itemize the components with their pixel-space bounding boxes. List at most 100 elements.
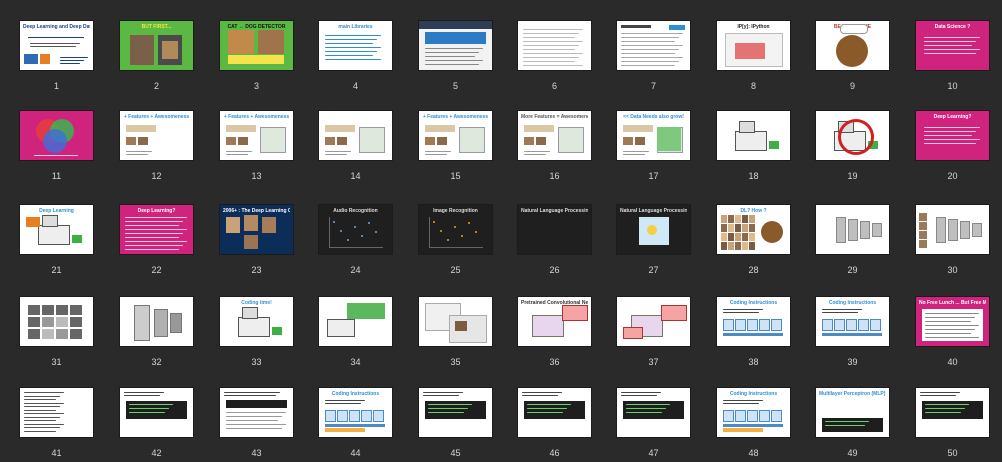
slide-preview[interactable] — [120, 388, 193, 437]
slide-thumbnail-47[interactable]: 47 — [617, 388, 690, 458]
slide-preview[interactable]: IP[y]: IPython — [717, 21, 790, 70]
slide-thumbnail-41[interactable]: 41 — [20, 388, 93, 458]
slide-preview[interactable]: Coding Instructions — [717, 297, 790, 346]
slide-thumbnail-27[interactable]: Natural Language Processing 27 — [617, 205, 690, 275]
slide-thumbnail-6[interactable]: 6 — [518, 21, 591, 91]
slide-thumbnail-48[interactable]: Coding Instructions 48 — [717, 388, 790, 458]
slide-preview[interactable]: + Features + Awesomeness — [220, 111, 293, 160]
slide-preview[interactable]: Deep Learning? — [916, 111, 989, 160]
slide-thumbnail-16[interactable]: More Features = Awesomeness 16 — [518, 111, 591, 181]
slide-preview[interactable] — [20, 388, 93, 437]
slide-thumbnail-5[interactable]: 5 — [419, 21, 492, 91]
slide-preview[interactable]: Deep Learning — [20, 205, 93, 254]
slide-preview[interactable] — [120, 297, 193, 346]
slide-preview[interactable] — [319, 111, 392, 160]
slide-thumbnail-46[interactable]: 46 — [518, 388, 591, 458]
slide-thumbnail-25[interactable]: Image Recognition 25 — [419, 205, 492, 275]
slide-thumbnail-26[interactable]: Natural Language Processing 26 — [518, 205, 591, 275]
slide-thumbnail-38[interactable]: Coding Instructions 38 — [717, 297, 790, 367]
slide-thumbnail-31[interactable]: 31 — [20, 297, 93, 367]
slide-thumbnail-15[interactable]: + Features + Awesomeness 15 — [419, 111, 492, 181]
slide-preview[interactable]: No Free Lunch ... But Free Models! — [916, 297, 989, 346]
slide-preview[interactable]: + Features + Awesomeness — [120, 111, 193, 160]
slide-thumbnail-43[interactable]: 43 — [220, 388, 293, 458]
slide-preview[interactable]: BUT FIRST... — [120, 21, 193, 70]
slide-thumbnail-3[interactable]: CAT ↔ DOG DETECTOR 3 — [220, 21, 293, 91]
slide-thumbnail-39[interactable]: Coding Instructions 39 — [816, 297, 889, 367]
slide-thumbnail-18[interactable]: 18 — [717, 111, 790, 181]
slide-thumbnail-44[interactable]: Coding Instructions 44 — [319, 388, 392, 458]
slide-thumbnail-10[interactable]: Data Science ? 10 — [916, 21, 989, 91]
slide-thumbnail-49[interactable]: Multilayer Perceptron (MLP) on top of ex… — [816, 388, 889, 458]
slide-thumbnail-17[interactable]: << Data Needs also grow! 17 — [617, 111, 690, 181]
slide-thumbnail-24[interactable]: Audio Recognition 24 — [319, 205, 392, 275]
slide-preview[interactable]: DL? How ? — [717, 205, 790, 254]
slide-preview[interactable]: Coding Instructions — [319, 388, 392, 437]
slide-thumbnail-1[interactable]: Deep Learning and Deep Data Science 1 — [20, 21, 93, 91]
slide-thumbnail-36[interactable]: Pretrained Convolutional Neural Net (CNN… — [518, 297, 591, 367]
slide-thumbnail-30[interactable]: 30 — [916, 205, 989, 275]
slide-thumbnail-42[interactable]: 42 — [120, 388, 193, 458]
slide-thumbnail-13[interactable]: + Features + Awesomeness 13 — [220, 111, 293, 181]
slide-thumbnail-20[interactable]: Deep Learning? 20 — [916, 111, 989, 181]
slide-preview[interactable]: CAT ↔ DOG DETECTOR — [220, 21, 293, 70]
slide-preview[interactable] — [220, 388, 293, 437]
slide-preview[interactable]: Image Recognition — [419, 205, 492, 254]
slide-preview[interactable]: Coding Instructions — [717, 388, 790, 437]
slide-thumbnail-34[interactable]: 34 — [319, 297, 392, 367]
slide-thumbnail-50[interactable]: 50 — [916, 388, 989, 458]
slide-preview[interactable] — [617, 297, 690, 346]
slide-preview[interactable]: Coding Instructions — [816, 297, 889, 346]
slide-thumbnail-2[interactable]: BUT FIRST... 2 — [120, 21, 193, 91]
slide-thumbnail-7[interactable]: 7 — [617, 21, 690, 91]
slide-thumbnail-37[interactable]: 37 — [617, 297, 690, 367]
slide-thumbnail-14[interactable]: 14 — [319, 111, 392, 181]
slide-thumbnail-28[interactable]: DL? How ? 28 — [717, 205, 790, 275]
slide-thumbnail-32[interactable]: 32 — [120, 297, 193, 367]
slide-preview[interactable]: Audio Recognition — [319, 205, 392, 254]
slide-thumbnail-12[interactable]: + Features + Awesomeness 12 — [120, 111, 193, 181]
slide-thumbnail-9[interactable]: BEAR WITH ME 9 — [816, 21, 889, 91]
slide-thumbnail-23[interactable]: 2006+ : The Deep Learning Conspirators 23 — [220, 205, 293, 275]
slide-preview[interactable]: 2006+ : The Deep Learning Conspirators — [220, 205, 293, 254]
slide-preview[interactable]: Coding time! — [220, 297, 293, 346]
slide-preview[interactable]: Deep Learning? — [120, 205, 193, 254]
slide-thumbnail-11[interactable]: 11 — [20, 111, 93, 181]
slide-preview[interactable]: Pretrained Convolutional Neural Net (CNN… — [518, 297, 591, 346]
slide-thumbnail-29[interactable]: 29 — [816, 205, 889, 275]
slide-thumbnail-33[interactable]: Coding time! 33 — [220, 297, 293, 367]
slide-thumbnail-45[interactable]: 45 — [419, 388, 492, 458]
slide-preview[interactable]: Multilayer Perceptron (MLP) on top of ex… — [816, 388, 889, 437]
slide-preview[interactable] — [816, 205, 889, 254]
slide-preview[interactable] — [419, 21, 492, 70]
slide-preview[interactable] — [319, 297, 392, 346]
slide-preview[interactable]: main Libraries — [319, 21, 392, 70]
slide-preview[interactable] — [916, 388, 989, 437]
slide-thumbnail-19[interactable]: 19 — [816, 111, 889, 181]
slide-preview[interactable] — [617, 388, 690, 437]
slide-preview[interactable]: BEAR WITH ME — [816, 21, 889, 70]
slide-preview[interactable] — [20, 111, 93, 160]
slide-preview[interactable] — [816, 111, 889, 160]
slide-preview[interactable]: Deep Learning and Deep Data Science — [20, 21, 93, 70]
slide-preview[interactable]: More Features = Awesomeness — [518, 111, 591, 160]
slide-preview[interactable] — [617, 21, 690, 70]
slide-preview[interactable] — [20, 297, 93, 346]
slide-preview[interactable]: << Data Needs also grow! — [617, 111, 690, 160]
slide-thumbnail-21[interactable]: Deep Learning 21 — [20, 205, 93, 275]
slide-preview[interactable]: + Features + Awesomeness — [419, 111, 492, 160]
slide-thumbnail-4[interactable]: main Libraries 4 — [319, 21, 392, 91]
slide-preview[interactable] — [419, 297, 492, 346]
slide-thumbnail-22[interactable]: Deep Learning? 22 — [120, 205, 193, 275]
slide-preview[interactable] — [916, 205, 989, 254]
slide-preview[interactable]: Data Science ? — [916, 21, 989, 70]
slide-preview[interactable] — [518, 388, 591, 437]
slide-thumbnail-35[interactable]: 35 — [419, 297, 492, 367]
slide-thumbnail-8[interactable]: IP[y]: IPython 8 — [717, 21, 790, 91]
slide-preview[interactable] — [717, 111, 790, 160]
slide-preview[interactable]: Natural Language Processing — [518, 205, 591, 254]
slide-preview[interactable] — [419, 388, 492, 437]
slide-thumbnail-40[interactable]: No Free Lunch ... But Free Models! 40 — [916, 297, 989, 367]
slide-preview[interactable] — [518, 21, 591, 70]
slide-preview[interactable]: Natural Language Processing — [617, 205, 690, 254]
